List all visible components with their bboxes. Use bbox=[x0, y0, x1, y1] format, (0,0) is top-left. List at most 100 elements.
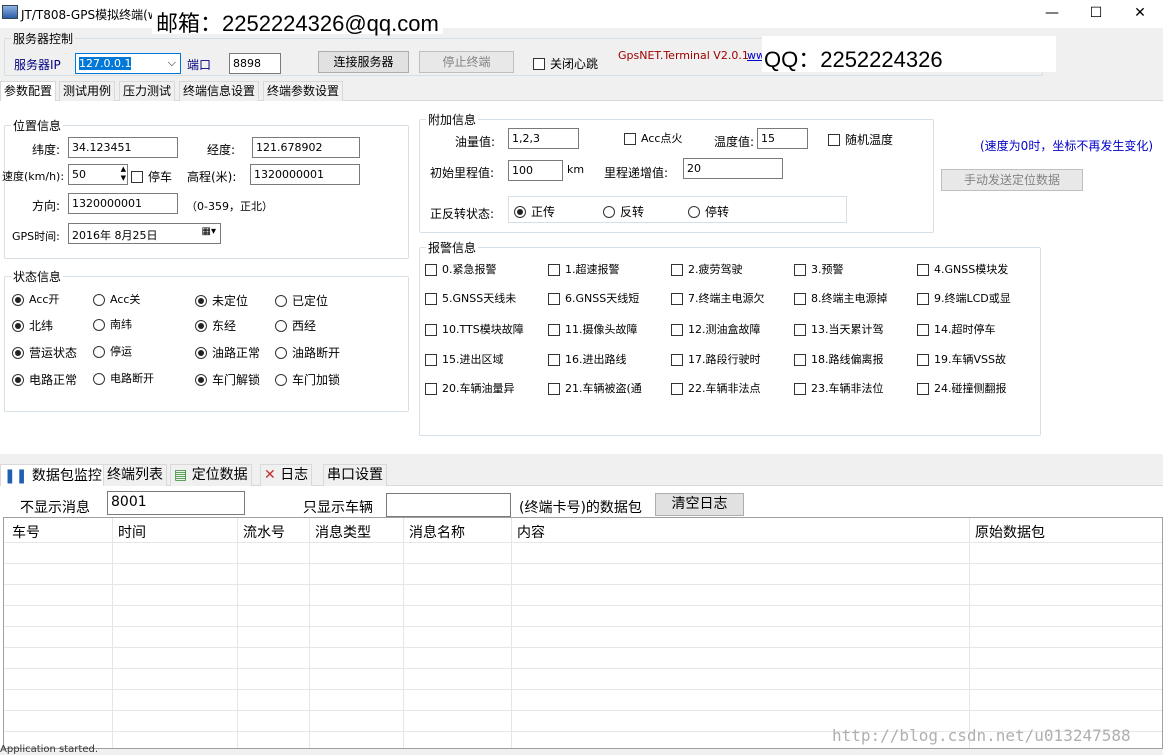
alarm-checkbox[interactable]: 0.紧急报警 bbox=[425, 263, 497, 277]
radio-icon bbox=[514, 205, 526, 218]
tab-serial-settings[interactable]: 串口设置 bbox=[323, 464, 387, 486]
tab-terminal-info[interactable]: 终端信息设置 bbox=[179, 81, 260, 101]
alarm-checkbox[interactable]: 17.路段行驶时 bbox=[671, 353, 761, 367]
oil-input[interactable]: 1,2,3 bbox=[508, 128, 579, 149]
alarm-checkbox[interactable]: 19.车辆VSS故 bbox=[917, 353, 1006, 367]
status-radio[interactable]: 已定位 bbox=[275, 293, 328, 308]
status-radio[interactable]: 东经 bbox=[195, 318, 236, 333]
alarm-checkbox[interactable]: 16.进出路线 bbox=[548, 353, 627, 367]
spin-arrows-icon[interactable]: ▲ ▼ bbox=[121, 165, 126, 183]
park-checkbox[interactable]: 停车 bbox=[131, 169, 172, 184]
radio-icon bbox=[195, 346, 207, 359]
column-time[interactable]: 时间 bbox=[118, 522, 146, 542]
connect-server-button[interactable]: 连接服务器 bbox=[318, 51, 409, 73]
tab-location-data[interactable]: ▤ 定位数据 bbox=[170, 464, 252, 486]
gps-time-picker[interactable]: 2016年 8月25日 ▦▾ bbox=[68, 223, 221, 244]
temperature-input[interactable]: 15 bbox=[757, 128, 808, 149]
column-serial[interactable]: 流水号 bbox=[243, 522, 285, 542]
status-radio[interactable]: 油路正常 bbox=[195, 345, 260, 360]
maximize-button[interactable]: ☐ bbox=[1073, 2, 1119, 24]
status-radio[interactable]: 南纬 bbox=[93, 318, 132, 332]
alarm-checkbox[interactable]: 20.车辆油量异 bbox=[425, 382, 515, 396]
radio-icon bbox=[12, 294, 24, 306]
alarm-checkbox[interactable]: 10.TTS模块故障 bbox=[425, 323, 524, 337]
status-radio[interactable]: Acc关 bbox=[93, 293, 140, 307]
status-radio[interactable]: 车门加锁 bbox=[275, 372, 340, 387]
checkbox-icon bbox=[548, 264, 560, 276]
column-content[interactable]: 内容 bbox=[517, 522, 545, 542]
alarm-checkbox[interactable]: 4.GNSS模块发 bbox=[917, 263, 1008, 277]
tab-packet-monitor[interactable]: ❚❚ 数据包监控 bbox=[0, 464, 106, 487]
direction-input[interactable]: 1320000001 bbox=[68, 193, 178, 214]
alarm-checkbox[interactable]: 6.GNSS天线短 bbox=[548, 292, 639, 306]
alarm-checkbox[interactable]: 23.车辆非法位 bbox=[794, 382, 884, 396]
checkbox-icon bbox=[425, 324, 437, 336]
acc-ignition-checkbox[interactable]: Acc点火 bbox=[624, 132, 682, 146]
status-radio[interactable]: Acc开 bbox=[12, 293, 59, 307]
alarm-checkbox[interactable]: 18.路线偏离报 bbox=[794, 353, 884, 367]
stop-terminal-button[interactable]: 停止终端 bbox=[419, 51, 514, 73]
clear-log-button[interactable]: 清空日志 bbox=[655, 493, 744, 516]
alarm-checkbox[interactable]: 13.当天累计驾 bbox=[794, 323, 884, 337]
alarm-checkbox[interactable]: 3.预警 bbox=[794, 263, 844, 277]
status-radio[interactable]: 北纬 bbox=[12, 318, 53, 333]
alarm-checkbox[interactable]: 9.终端LCD或显 bbox=[917, 292, 1011, 306]
alarm-checkbox[interactable]: 15.进出区域 bbox=[425, 353, 504, 367]
alarm-checkbox[interactable]: 22.车辆非法点 bbox=[671, 382, 761, 396]
heartbeat-checkbox[interactable]: 关闭心跳 bbox=[533, 56, 598, 71]
alarm-checkbox[interactable]: 2.疲劳驾驶 bbox=[671, 263, 743, 277]
alarm-checkbox[interactable]: 14.超时停车 bbox=[917, 323, 996, 337]
only-vehicle-input[interactable] bbox=[386, 493, 511, 517]
alarm-checkbox[interactable]: 1.超速报警 bbox=[548, 263, 620, 277]
column-message-type[interactable]: 消息类型 bbox=[315, 522, 371, 542]
alarm-checkbox[interactable]: 11.摄像头故障 bbox=[548, 323, 638, 337]
manual-send-button[interactable]: 手动发送定位数据 bbox=[941, 169, 1083, 191]
alarm-checkbox[interactable]: 12.测油盒故障 bbox=[671, 323, 761, 337]
speed-stepper[interactable]: 50 ▲ ▼ bbox=[68, 164, 128, 185]
column-raw-packet[interactable]: 原始数据包 bbox=[975, 522, 1045, 542]
radio-icon bbox=[275, 294, 287, 307]
tab-param-config[interactable]: 参数配置 bbox=[0, 81, 57, 102]
tab-stress-test[interactable]: 压力测试 bbox=[119, 81, 176, 101]
calendar-icon[interactable]: ▦▾ bbox=[202, 226, 216, 237]
checkbox-icon bbox=[794, 293, 806, 305]
status-radio[interactable]: 西经 bbox=[275, 318, 316, 333]
radio-icon bbox=[275, 319, 287, 332]
initial-mileage-input[interactable]: 100 bbox=[508, 160, 563, 181]
tab-test-cases[interactable]: 测试用例 bbox=[59, 81, 116, 101]
mileage-increment-input[interactable]: 20 bbox=[683, 158, 783, 179]
altitude-input[interactable]: 1320000001 bbox=[250, 164, 360, 185]
status-radio[interactable]: 停运 bbox=[93, 345, 132, 359]
longitude-input[interactable]: 121.678902 bbox=[252, 137, 360, 158]
checkbox-icon bbox=[131, 170, 143, 183]
status-radio[interactable]: 油路断开 bbox=[275, 345, 340, 360]
packet-table[interactable]: 车号 时间 流水号 消息类型 消息名称 内容 原始数据包 http://blog… bbox=[3, 517, 1163, 749]
tab-logs[interactable]: ✕ 日志 bbox=[260, 464, 313, 486]
latitude-input[interactable]: 34.123451 bbox=[68, 137, 178, 158]
column-message-name[interactable]: 消息名称 bbox=[409, 522, 465, 542]
tab-terminal-list[interactable]: 终端列表 bbox=[103, 464, 167, 486]
column-vehicle[interactable]: 车号 bbox=[12, 522, 40, 542]
alarm-checkbox[interactable]: 5.GNSS天线未 bbox=[425, 292, 516, 306]
alarm-checkbox[interactable]: 8.终端主电源掉 bbox=[794, 292, 888, 306]
port-input[interactable]: 8898 bbox=[229, 53, 281, 74]
status-radio[interactable]: 车门解锁 bbox=[195, 372, 260, 387]
tab-terminal-params[interactable]: 终端参数设置 bbox=[263, 81, 344, 101]
random-temp-checkbox[interactable]: 随机温度 bbox=[828, 132, 893, 147]
status-radio[interactable]: 营运状态 bbox=[12, 345, 77, 360]
close-button[interactable]: ✕ bbox=[1117, 2, 1163, 24]
reverse-radio[interactable]: 反转 bbox=[603, 204, 644, 219]
alarm-checkbox[interactable]: 7.终端主电源欠 bbox=[671, 292, 765, 306]
status-radio[interactable]: 电路断开 bbox=[93, 372, 154, 386]
status-radio[interactable]: 电路正常 bbox=[12, 372, 77, 387]
alarm-checkbox[interactable]: 24.碰撞侧翻报 bbox=[917, 382, 1007, 396]
only-vehicle-label: 只显示车辆 bbox=[303, 500, 373, 516]
server-ip-select[interactable]: 127.0.0.1 ⌵ bbox=[75, 53, 181, 74]
version-label: GpsNET.Terminal V2.0.1 bbox=[618, 49, 749, 62]
hide-message-input[interactable]: 8001 bbox=[107, 491, 245, 515]
alarm-checkbox[interactable]: 21.车辆被盗(通 bbox=[548, 382, 642, 396]
status-radio[interactable]: 未定位 bbox=[195, 293, 248, 308]
minimize-button[interactable]: — bbox=[1029, 2, 1075, 24]
forward-radio[interactable]: 正传 bbox=[514, 204, 555, 219]
stopped-radio[interactable]: 停转 bbox=[688, 204, 729, 219]
